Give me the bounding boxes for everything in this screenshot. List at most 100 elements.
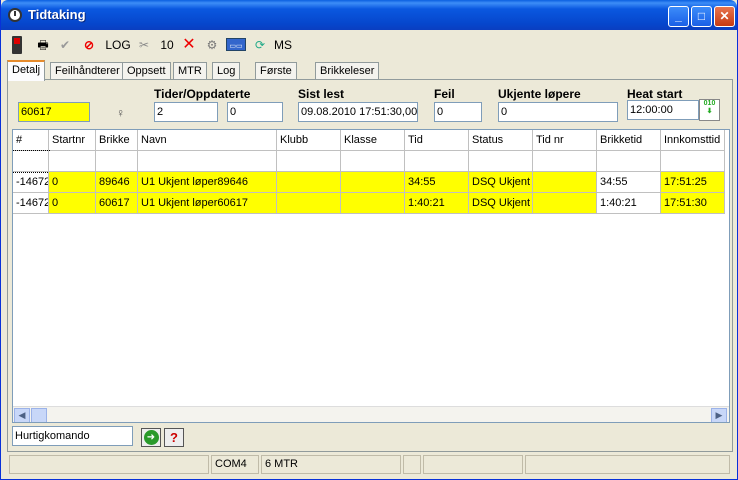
tab-detalj[interactable]: Detalj (7, 60, 46, 81)
app-window: Tidtaking _ □ ✕ 🖶 ✔ ⊘ LOG ✂ 10 ✕ ⚙ ▭▭ ⟳ … (0, 0, 738, 480)
table-row-cell[interactable] (533, 172, 597, 193)
table-row-cell[interactable]: DSQ Ukjent l (469, 193, 533, 214)
horizontal-scrollbar[interactable]: ◀ ▶ (13, 406, 729, 422)
go-button[interactable]: ➜ (141, 428, 161, 447)
scissors-icon[interactable]: ✂ (135, 36, 153, 54)
sist-lest-label: Sist lest (298, 87, 345, 101)
new-row-cell[interactable] (661, 151, 725, 172)
status-panel-1 (9, 455, 209, 474)
table-row-cell[interactable] (277, 172, 341, 193)
new-row-cell[interactable] (49, 151, 96, 172)
column-header-cell[interactable]: Startnr (49, 130, 96, 151)
refresh-icon[interactable]: ⟳ (252, 36, 268, 54)
oppdaterte-field[interactable]: 0 (227, 102, 283, 122)
table-row-cell[interactable]: -14672 (13, 193, 49, 214)
table-row-cell[interactable] (277, 193, 341, 214)
tider-label: Tider/Oppdaterte (154, 87, 251, 101)
table-row-cell[interactable]: -14672 (13, 172, 49, 193)
new-row-cell[interactable] (533, 151, 597, 172)
count-button[interactable]: 10 (159, 36, 175, 54)
scroll-right-icon[interactable]: ▶ (711, 408, 727, 422)
column-header-cell[interactable]: Klubb (277, 130, 341, 151)
lightbulb-icon: ♀ (116, 106, 125, 120)
tab-brikkeleser-klokke[interactable]: Brikkeleser klokke (315, 62, 380, 93)
block-icon[interactable]: ⊘ (80, 36, 98, 54)
table-row-cell[interactable]: 1:40:21 (405, 193, 469, 214)
close-button[interactable]: ✕ (714, 6, 735, 27)
tab-log[interactable]: Log (212, 62, 241, 80)
print-icon[interactable]: 🖶 (34, 36, 52, 54)
table-row-cell[interactable]: 34:55 (405, 172, 469, 193)
new-row-cell[interactable] (341, 151, 405, 172)
sist-lest-field[interactable]: 09.08.2010 17:51:30,00 (298, 102, 418, 122)
tab-feilhandterer[interactable]: Feilhåndterer (50, 62, 125, 80)
status-mtr: 6 MTR (261, 455, 401, 474)
status-panel-4 (403, 455, 421, 474)
import-time-icon[interactable]: 010 ⬇ (699, 99, 720, 121)
question-icon: ? (170, 430, 178, 445)
new-row-cell[interactable] (597, 151, 661, 172)
table-row-cell[interactable] (341, 193, 405, 214)
table-row-cell[interactable]: 1:40:21 (597, 193, 661, 214)
column-header-cell[interactable]: Navn (138, 130, 277, 151)
table-row-cell[interactable]: U1 Ukjent løper60617 (138, 193, 277, 214)
device-icon[interactable] (12, 36, 22, 54)
check-icon[interactable]: ✔ (57, 36, 73, 54)
window-title: Tidtaking (28, 7, 86, 22)
new-row-cell[interactable] (138, 151, 277, 172)
column-header-cell[interactable]: Brikketid (597, 130, 661, 151)
feil-label: Feil (434, 87, 455, 101)
new-row-cell[interactable] (277, 151, 341, 172)
table-row-cell[interactable]: 17:51:25 (661, 172, 725, 193)
scroll-thumb[interactable] (31, 408, 47, 422)
new-row-cell[interactable] (469, 151, 533, 172)
column-header-cell[interactable]: # (13, 130, 49, 151)
ms-button[interactable]: MS (273, 36, 293, 54)
ukjente-field[interactable]: 0 (498, 102, 618, 122)
table-row-cell[interactable]: 0 (49, 172, 96, 193)
new-row-cell[interactable] (405, 151, 469, 172)
column-header-cell[interactable]: Brikke (96, 130, 138, 151)
column-header-cell[interactable]: Status (469, 130, 533, 151)
column-header-cell[interactable]: Tid (405, 130, 469, 151)
table-row-cell[interactable]: DSQ Ukjent l (469, 172, 533, 193)
log-button[interactable]: LOG (105, 36, 131, 54)
status-bar: COM4 6 MTR (4, 455, 734, 475)
column-header-cell[interactable]: Klasse (341, 130, 405, 151)
toolbar: 🖶 ✔ ⊘ LOG ✂ 10 ✕ ⚙ ▭▭ ⟳ MS (4, 33, 734, 59)
feil-field[interactable]: 0 (434, 102, 482, 122)
delete-icon[interactable]: ✕ (180, 36, 198, 54)
table-row-cell[interactable]: U1 Ukjent løper89646 (138, 172, 277, 193)
table-row-cell[interactable] (341, 172, 405, 193)
status-panel-5 (423, 455, 523, 474)
tider-field[interactable]: 2 (154, 102, 218, 122)
table-row-cell[interactable]: 17:51:30 (661, 193, 725, 214)
table-row-cell[interactable]: 0 (49, 193, 96, 214)
brikke-field[interactable]: 60617 (18, 102, 90, 122)
tab-oppsett[interactable]: Oppsett (122, 62, 171, 80)
status-port: COM4 (211, 455, 259, 474)
help-button[interactable]: ? (164, 428, 184, 447)
column-header-cell[interactable]: Tid nr (533, 130, 597, 151)
column-header-cell[interactable]: Innkomsttid (661, 130, 725, 151)
arrow-right-icon: ➜ (143, 430, 159, 445)
tab-mtr[interactable]: MTR (173, 62, 207, 80)
maximize-button[interactable]: □ (691, 6, 712, 27)
new-row-cell[interactable] (13, 150, 50, 173)
table-row-cell[interactable] (533, 193, 597, 214)
status-panel-6 (525, 455, 730, 474)
table-row-cell[interactable]: 89646 (96, 172, 138, 193)
heat-start-label: Heat start (627, 87, 683, 101)
heat-start-field[interactable]: 12:00:00 (627, 100, 699, 120)
table-row-cell[interactable]: 60617 (96, 193, 138, 214)
gear-icon[interactable]: ⚙ (203, 36, 221, 54)
scroll-left-icon[interactable]: ◀ (14, 408, 30, 422)
quick-command-input[interactable]: Hurtigkomando (12, 426, 133, 446)
new-row-cell[interactable] (96, 151, 138, 172)
title-bar[interactable]: Tidtaking _ □ ✕ (1, 0, 737, 30)
table-row-cell[interactable]: 34:55 (597, 172, 661, 193)
minimize-button[interactable]: _ (668, 6, 689, 27)
card-icon[interactable]: ▭▭ (226, 38, 246, 51)
ukjente-label: Ukjente løpere (498, 87, 581, 101)
tab-forste-side[interactable]: Første side (255, 62, 297, 93)
